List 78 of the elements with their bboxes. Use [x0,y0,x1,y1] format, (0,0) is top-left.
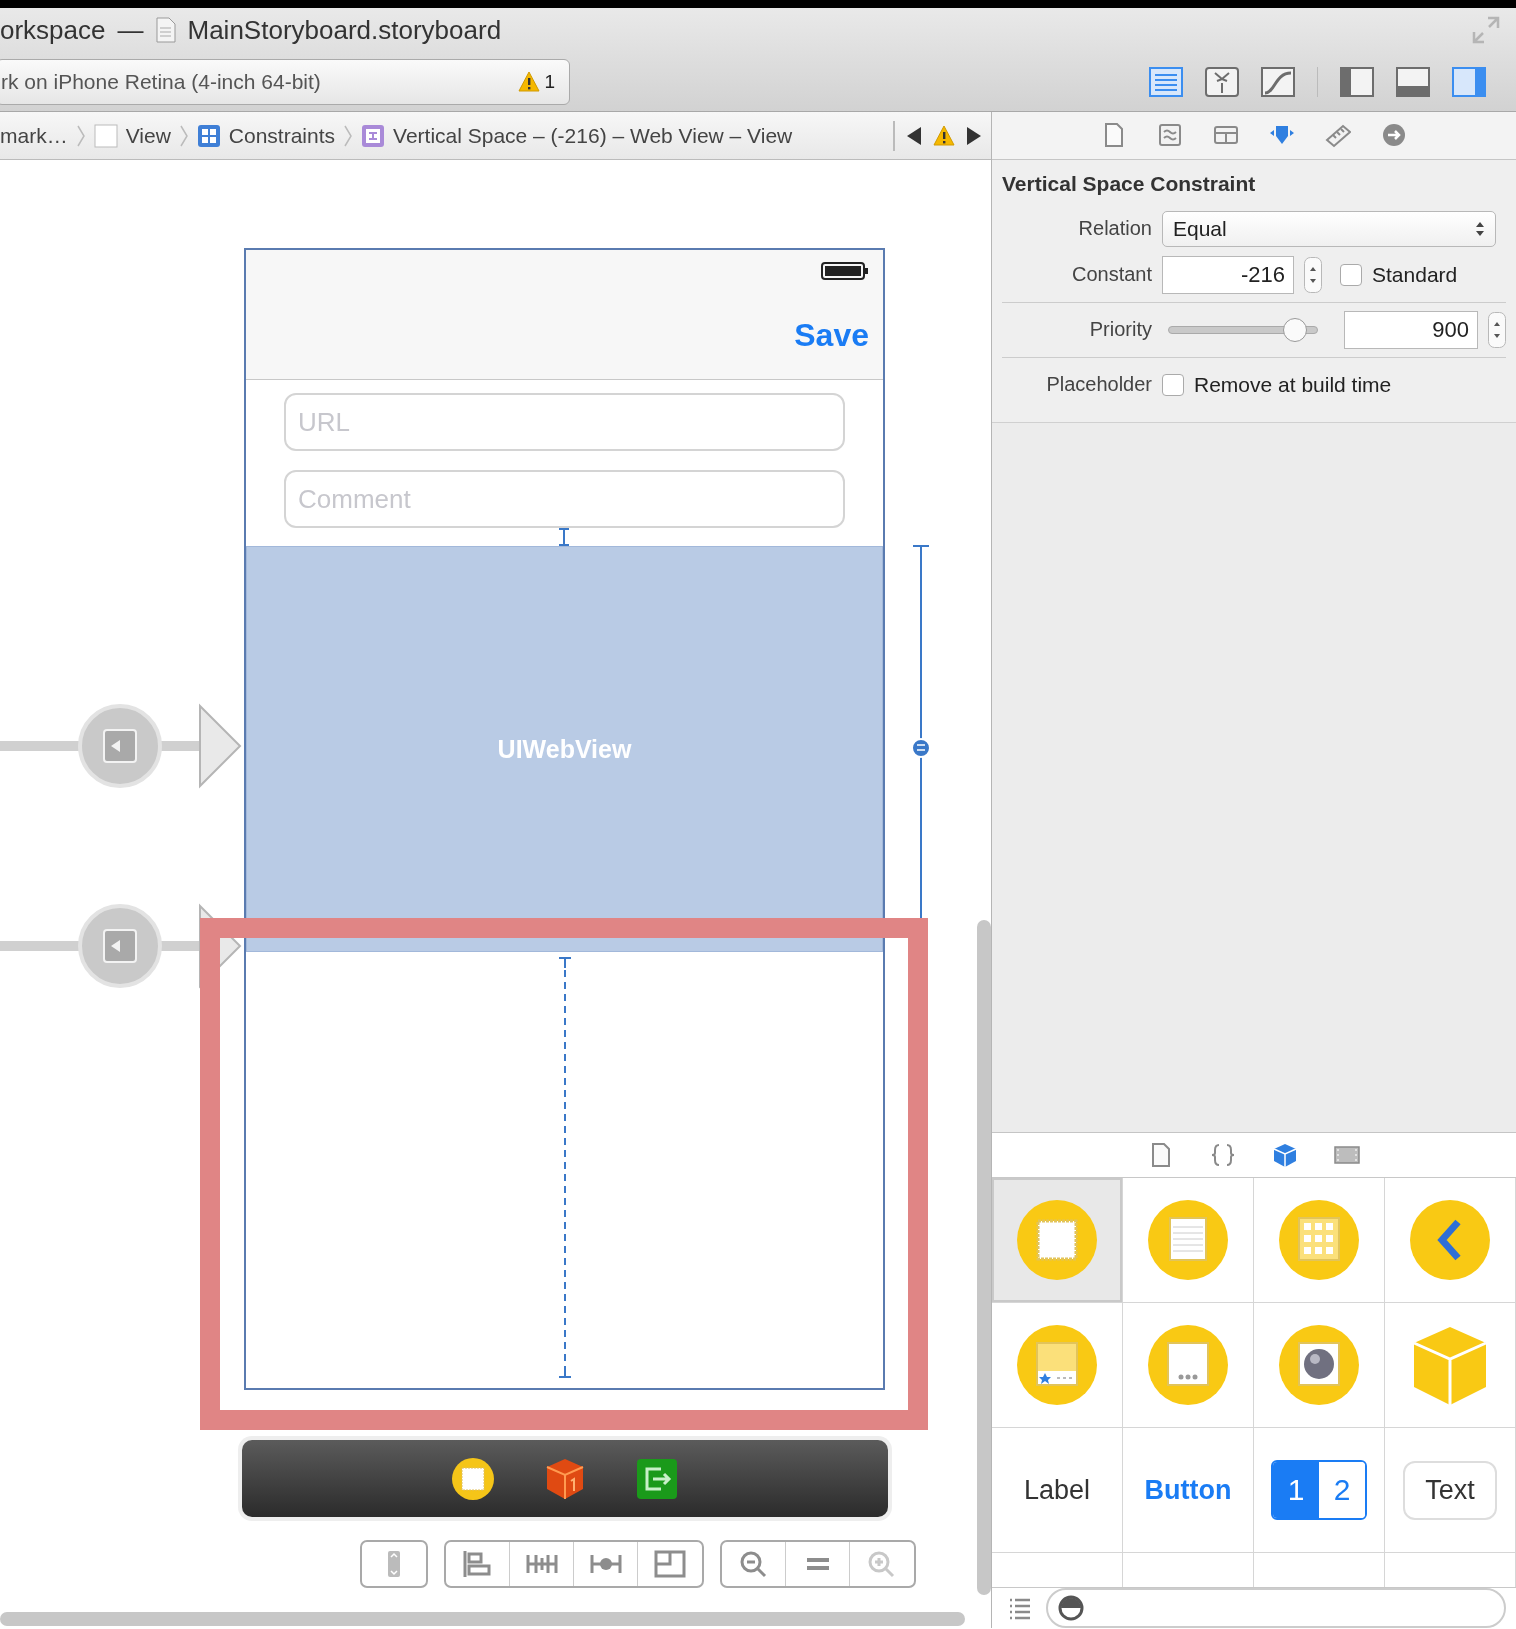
scheme-label: rk on iPhone Retina (4-inch 64-bit) [1,69,322,94]
filter-field[interactable] [1046,1588,1506,1628]
back-chevron-icon [1408,1198,1492,1283]
text-field-sample: Text [1403,1460,1497,1520]
filter-icon [1058,1595,1084,1621]
warning-icon[interactable] [933,124,955,147]
divider-icon [893,120,895,151]
web-view-label: UIWebView [497,734,632,764]
breadcrumb-item[interactable]: Vertical Space – (-216) – Web View – View [361,123,793,148]
list-icon [1146,1198,1230,1283]
field-label: Priority [1088,318,1152,342]
field-label: Relation [1077,217,1152,241]
field-label: Placeholder [1045,373,1152,397]
arrow-circle-icon[interactable] [1381,122,1407,149]
constraint-marker-icon [556,528,571,546]
checkbox-label: Standard [1372,262,1458,287]
text-field[interactable]: Comment [284,470,845,528]
constant-field[interactable]: -216 [1162,255,1294,294]
library-item[interactable] [1385,1178,1516,1304]
exit-icon[interactable] [635,1456,679,1501]
inspector-title: Vertical Space Constraint [1002,170,1257,197]
vertical-scrollbar[interactable] [977,920,991,1595]
left-arrow-icon[interactable] [905,125,923,146]
window-title: orkspace [0,14,106,46]
segment: 1 [1273,1462,1319,1519]
checkbox[interactable] [1162,373,1184,396]
view-icon [1015,1198,1099,1283]
battery-icon [821,261,869,281]
library-item[interactable]: Text [1385,1428,1516,1554]
button-sample: Button [1144,1474,1232,1506]
lines-icon[interactable] [1149,64,1183,99]
text-field[interactable]: URL [284,393,845,451]
constraint-icon [361,123,386,148]
library-item[interactable]: 1 2 [1254,1428,1385,1554]
title-separator: — [117,14,144,46]
breadcrumb-item[interactable]: mark… [0,123,68,148]
braces-icon[interactable] [1210,1142,1236,1169]
square-icon [93,123,118,148]
label-sample: Label [1023,1474,1091,1506]
bottom-panel-icon[interactable] [1396,64,1430,99]
warning-count: 1 [544,70,555,93]
library-item[interactable]: Button [1123,1428,1254,1554]
priority-field[interactable]: 900 [1344,310,1478,349]
save-button[interactable]: Save [794,317,869,354]
chevron-icon [178,123,189,148]
page-dots-icon [1146,1323,1230,1408]
wave-icon[interactable] [1157,122,1183,149]
document-title: MainStoryboard.storyboard [187,14,502,46]
library-item[interactable]: Label [992,1428,1123,1554]
slider-thumb[interactable] [1282,317,1307,342]
checkbox-label: Remove at build time [1194,372,1392,397]
right-panel-icon[interactable] [1452,64,1486,99]
relation-dropdown[interactable]: Equal [1162,210,1496,247]
warning-icon [518,70,541,93]
stepper-icon[interactable] [1488,311,1506,348]
library-item[interactable] [1254,1303,1385,1429]
sphere-icon [1277,1323,1361,1408]
right-arrow-icon[interactable] [965,125,983,146]
cube-icon[interactable] [1272,1142,1298,1169]
chevron-icon [75,123,86,148]
breadcrumb-item[interactable]: View [93,123,171,148]
stepper-icon[interactable] [1304,256,1322,293]
checkbox[interactable] [1340,263,1362,286]
field-label: Constant [1070,263,1152,287]
tab-bar-icon [1015,1323,1099,1408]
horizontal-scrollbar[interactable] [0,1612,965,1626]
expand-icon[interactable] [1472,16,1500,44]
view-controller-icon[interactable] [451,1456,495,1501]
left-panel-icon[interactable] [1340,64,1374,99]
ruler-icon[interactable] [1325,122,1351,149]
scheme-selector[interactable]: rk on iPhone Retina (4-inch 64-bit) 1 [0,58,570,105]
curve-icon[interactable] [1261,64,1295,99]
grid-icon [196,123,221,148]
chevron-icon [343,123,354,148]
list-view-icon[interactable] [1008,1596,1032,1620]
breadcrumb-item[interactable]: Constraints [196,123,336,148]
document-icon [155,17,176,43]
grid-icon [1277,1198,1361,1283]
